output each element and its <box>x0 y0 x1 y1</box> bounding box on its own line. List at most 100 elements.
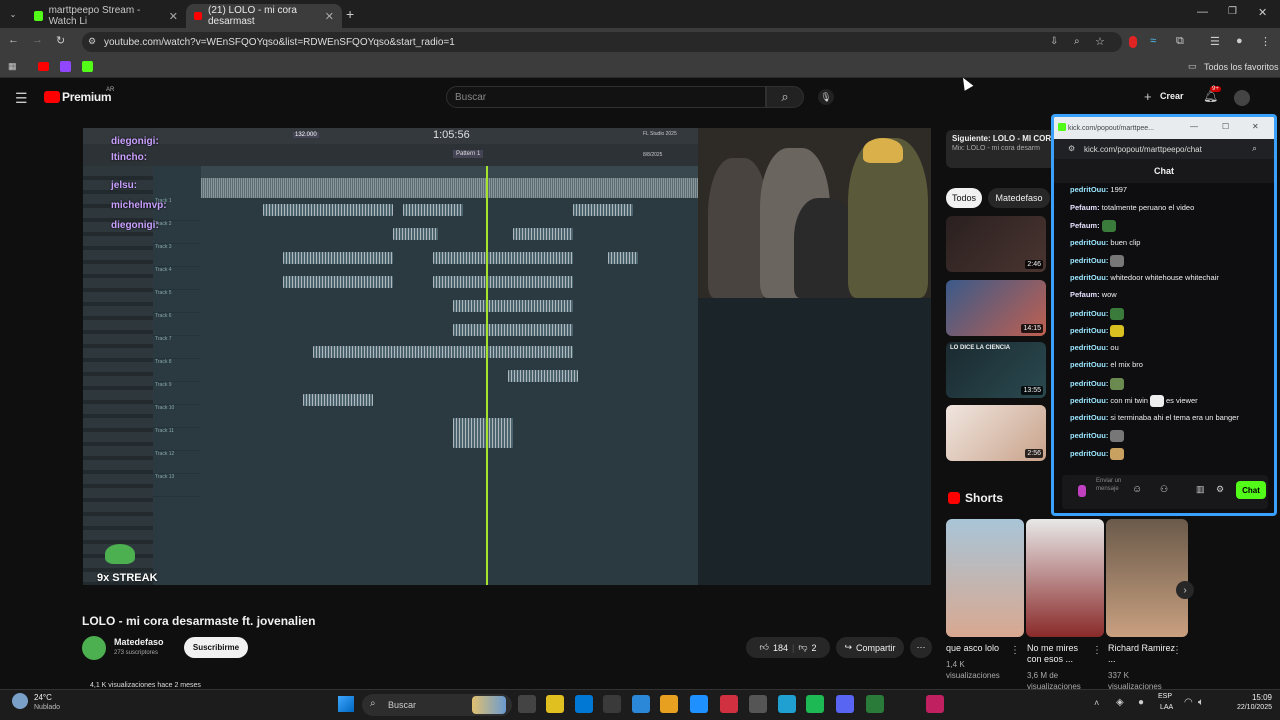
subscribe-button[interactable]: Suscribirme <box>184 637 248 658</box>
taskbar-app-icon[interactable] <box>720 695 738 713</box>
window-close-icon[interactable]: ✕ <box>1258 6 1267 19</box>
new-tab-button[interactable]: + <box>346 6 354 22</box>
site-info-icon[interactable]: ⚙ <box>88 36 96 47</box>
install-app-icon[interactable]: ⇩ <box>1050 36 1058 47</box>
taskbar-app-icon[interactable] <box>806 695 824 713</box>
minimize-icon[interactable]: — <box>1197 6 1208 18</box>
more-vert-icon[interactable]: ⋮ <box>1010 645 1020 656</box>
dislike-icon[interactable]: 👎︎ <box>798 642 807 653</box>
tab-list-icon[interactable]: ⌄ <box>6 8 20 20</box>
chevron-right-icon[interactable]: › <box>1176 581 1194 599</box>
chat-username[interactable]: Pefaum: <box>1070 203 1100 212</box>
chat-username[interactable]: pedritOuu: <box>1070 238 1108 247</box>
more-vert-icon[interactable]: ⋮ <box>1172 645 1182 656</box>
weather-temp[interactable]: 24°C <box>34 693 52 702</box>
windows-start-icon[interactable] <box>338 696 354 712</box>
close-icon[interactable]: ✕ <box>1252 122 1259 131</box>
video-player[interactable]: 1:05:56 132.000 FL Studio 2025 Pattern 1… <box>83 128 931 585</box>
chat-username[interactable]: pedritOuu: <box>1070 413 1108 422</box>
reading-list-icon[interactable]: ☰ <box>1210 35 1220 48</box>
taskbar-app-icon[interactable] <box>836 695 854 713</box>
gift-icon[interactable]: ▥ <box>1196 484 1205 495</box>
forward-icon[interactable]: → <box>32 34 43 46</box>
taskbar-app-icon[interactable] <box>575 695 593 713</box>
chip-channel[interactable]: Matedefaso <box>988 188 1050 208</box>
site-info-icon[interactable]: ⚙ <box>1068 144 1075 153</box>
youtube-premium-logo[interactable]: Premium <box>62 90 112 104</box>
microphone-icon[interactable]: 🎙︎ <box>818 89 834 105</box>
extension-icon[interactable] <box>1129 36 1137 48</box>
recommended-thumbnail[interactable]: LO DICE LA CIENCIA 13:55 <box>946 342 1046 398</box>
chat-username[interactable]: pedritOuu: <box>1070 273 1108 282</box>
wifi-icon[interactable]: ◠ <box>1184 697 1193 708</box>
chat-username[interactable]: Pefaum: <box>1070 221 1100 230</box>
more-vert-icon[interactable]: ⋮ <box>1092 645 1102 656</box>
tab-youtube[interactable]: (21) LOLO - mi cora desarmast ✕ <box>186 4 342 28</box>
weather-icon[interactable] <box>12 693 28 709</box>
close-icon[interactable]: ✕ <box>325 10 334 23</box>
zoom-icon[interactable]: ⌕ <box>1074 36 1080 47</box>
kick-bookmark-icon[interactable] <box>82 61 93 72</box>
taskbar-app-icon[interactable] <box>660 695 678 713</box>
taskbar-search[interactable]: ⌕ Buscar <box>362 694 512 716</box>
create-button[interactable]: Crear <box>1160 91 1184 101</box>
taskbar-app-icon[interactable] <box>866 695 884 713</box>
chat-username[interactable]: pedritOuu: <box>1070 378 1108 387</box>
search-input[interactable]: Buscar <box>446 86 766 108</box>
taskbar-app-icon[interactable] <box>546 695 564 713</box>
short-title[interactable]: que asco lolo <box>946 643 1014 654</box>
chat-username[interactable]: pedritOuu: <box>1070 360 1108 369</box>
reload-icon[interactable]: ↻ <box>56 34 65 47</box>
recommended-thumbnail[interactable]: 14:15 <box>946 280 1046 336</box>
browser-menu-icon[interactable]: ⋮ <box>1260 35 1271 48</box>
channel-name[interactable]: Matedefaso <box>114 637 164 647</box>
maximize-icon[interactable]: ☐ <box>1222 122 1229 131</box>
language-code[interactable]: ESP <box>1158 693 1172 700</box>
youtube-bookmark-icon[interactable] <box>38 62 49 71</box>
apps-grid-icon[interactable]: ▦ <box>8 61 17 72</box>
users-icon[interactable]: ⚇ <box>1160 484 1168 495</box>
extension-icon[interactable]: ≈ <box>1150 35 1156 47</box>
badge-icon[interactable] <box>1078 485 1086 497</box>
emoji-icon[interactable]: ☺ <box>1132 484 1142 495</box>
taskbar-app-icon[interactable] <box>778 695 796 713</box>
taskbar-app-icon[interactable] <box>926 695 944 713</box>
address-bar[interactable]: ⚙ youtube.com/watch?v=WEnSFQOYqso&list=R… <box>82 32 1122 52</box>
share-button[interactable]: ↪ Compartir <box>836 637 904 658</box>
chat-username[interactable]: pedritOuu: <box>1070 326 1108 335</box>
extensions-puzzle-icon[interactable]: ⧉ <box>1176 35 1184 48</box>
chat-username[interactable]: pedritOuu: <box>1070 431 1108 440</box>
twitch-bookmark-icon[interactable] <box>60 61 71 72</box>
short-thumbnail[interactable] <box>1026 519 1104 637</box>
bookmark-star-icon[interactable]: ☆ <box>1095 35 1105 48</box>
chat-username[interactable]: pedritOuu: <box>1070 256 1108 265</box>
maximize-icon[interactable]: ❐ <box>1228 6 1237 17</box>
tray-chevron-icon[interactable]: ˄ <box>1094 698 1099 708</box>
short-title[interactable]: Richard Ramirez ... <box>1108 643 1176 665</box>
tray-app-icon[interactable]: ● <box>1138 697 1144 708</box>
volume-icon[interactable]: 🔈︎ <box>1198 697 1204 708</box>
create-plus-icon[interactable]: + <box>1144 89 1152 104</box>
taskbar-app-icon[interactable] <box>603 695 621 713</box>
search-button[interactable]: ⌕ <box>766 86 804 108</box>
channel-avatar[interactable] <box>82 636 106 660</box>
taskbar-app-icon[interactable] <box>518 695 536 713</box>
youtube-logo-icon[interactable] <box>44 91 60 103</box>
chat-username[interactable]: pedritOuu: <box>1070 308 1108 317</box>
avatar[interactable] <box>1234 90 1250 106</box>
tab-kick[interactable]: marttpeepo Stream - Watch Li ✕ <box>26 4 186 28</box>
profile-icon[interactable]: ● <box>1236 35 1243 47</box>
minimize-icon[interactable]: — <box>1190 122 1198 131</box>
popup-address-bar[interactable]: ⚙ kick.com/popout/marttpeepo/chat ⌕ <box>1054 139 1274 159</box>
clock-time[interactable]: 15:09 <box>1226 693 1272 702</box>
close-icon[interactable]: ✕ <box>169 10 178 23</box>
settings-gear-icon[interactable]: ⚙ <box>1216 484 1224 495</box>
chip-all[interactable]: Todos <box>946 188 982 208</box>
zoom-icon[interactable]: ⌕ <box>1252 143 1257 154</box>
like-count[interactable]: 184 <box>773 643 788 653</box>
more-actions-button[interactable]: ⋯ <box>910 637 932 658</box>
chat-send-button[interactable]: Chat <box>1236 481 1266 499</box>
taskbar-app-icon[interactable] <box>749 695 767 713</box>
chat-username[interactable]: pedritOuu: <box>1070 343 1108 352</box>
menu-hamburger-icon[interactable]: ☰ <box>15 90 28 107</box>
